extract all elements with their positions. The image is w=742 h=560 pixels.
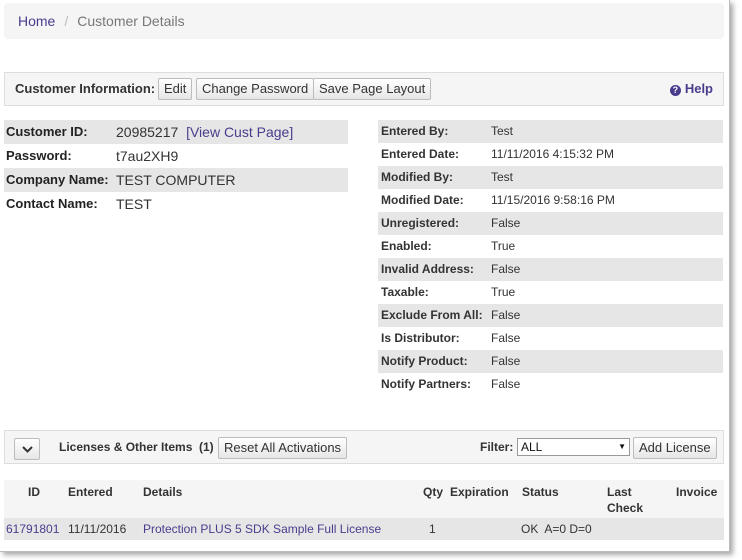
detail-value: False [491, 216, 521, 230]
customer-info-table: Customer ID: 20985217 [View Cust Page] P… [4, 120, 348, 216]
detail-value: False [491, 331, 521, 345]
detail-row: Enabled: True [378, 235, 723, 258]
column-header-details: Details [143, 485, 183, 499]
license-status: OK A=0 D=0 [521, 522, 592, 536]
customer-id-value: 20985217 [116, 124, 179, 140]
license-qty: 1 [429, 522, 436, 536]
detail-row: Notify Partners: False [378, 373, 723, 396]
license-details-link[interactable]: Protection PLUS 5 SDK Sample Full Licens… [143, 522, 381, 536]
column-header-last-check: Last Check [607, 484, 643, 516]
toolbar-label: Customer Information: [15, 81, 156, 96]
column-header-entered: Entered [68, 485, 113, 499]
detail-row: Entered Date: 11/11/2016 4:15:32 PM [378, 143, 723, 166]
breadcrumb-separator: / [64, 13, 69, 29]
filter-selected-value: ALL [521, 440, 543, 454]
detail-label: Taxable: [381, 285, 429, 299]
detail-value: False [491, 308, 521, 322]
chevron-down-icon [22, 446, 33, 453]
help-label: Help [684, 81, 713, 96]
column-header-expiration: Expiration [450, 485, 509, 499]
detail-row: Notify Product: False [378, 350, 723, 373]
last-check-line-1: Last [607, 485, 632, 499]
detail-row: Invalid Address: False [378, 258, 723, 281]
field-value: TEST COMPUTER [116, 172, 236, 188]
column-header-invoice: Invoice [676, 485, 718, 499]
filter-label: Filter: [480, 440, 514, 454]
filter-select[interactable]: ALL ▼ [517, 438, 630, 456]
field-label: Contact Name: [6, 196, 98, 211]
save-page-layout-button[interactable]: Save Page Layout [313, 78, 432, 100]
view-cust-page-link[interactable]: [View Cust Page] [186, 124, 293, 140]
customer-details-table: Entered By: Test Entered Date: 11/11/2016 … [378, 120, 723, 396]
column-header-status: Status [522, 485, 559, 499]
detail-label: Enabled: [381, 239, 432, 253]
license-id-link[interactable]: 61791801 [6, 522, 59, 536]
contact-name-row: Contact Name: TEST [4, 192, 348, 216]
detail-row: Taxable: True [378, 281, 723, 304]
column-header-id: ID [28, 485, 40, 499]
field-value: TEST [116, 196, 152, 212]
detail-label: Notify Product: [381, 354, 468, 368]
detail-label: Unregistered: [381, 216, 460, 230]
detail-value: Test [491, 170, 514, 184]
detail-row: Modified Date: 11/15/2016 9:58:16 PM [378, 189, 723, 212]
detail-value: False [491, 354, 521, 368]
customer-details-window: Home / Customer Details Customer Informati… [0, 0, 730, 552]
detail-label: Modified Date: [381, 193, 464, 207]
detail-value: False [491, 262, 521, 276]
help-link[interactable]: ? Help [669, 81, 713, 96]
detail-value: True [491, 285, 516, 299]
detail-value: Test [491, 124, 514, 138]
change-password-button[interactable]: Change Password [196, 78, 315, 100]
detail-label: Invalid Address: [381, 262, 474, 276]
table-row: 61791801 11/11/2016 Protection PLUS 5 SD… [4, 518, 724, 540]
edit-button[interactable]: Edit [158, 78, 193, 100]
table-header: ID Entered Details Qty Expiration Status… [4, 480, 724, 518]
password-row: Password: t7au2XH9 [4, 144, 348, 168]
license-entered: 11/11/2016 [68, 522, 127, 536]
detail-label: Is Distributor: [381, 331, 460, 345]
field-label: Password: [6, 148, 72, 163]
add-license-button[interactable]: Add License [633, 437, 717, 459]
breadcrumb-home-link[interactable]: Home [18, 13, 55, 29]
field-value: t7au2XH9 [116, 148, 179, 164]
licenses-count: (1) [199, 440, 214, 454]
dropdown-arrow-icon: ▼ [618, 442, 626, 451]
detail-label: Modified By: [381, 170, 453, 184]
detail-row: Entered By: Test [378, 120, 723, 143]
field-label: Company Name: [6, 172, 109, 187]
detail-label: Entered Date: [381, 147, 460, 161]
reset-all-activations-button[interactable]: Reset All Activations [218, 437, 348, 459]
detail-value: 11/11/2016 4:15:32 PM [491, 147, 614, 161]
question-circle-icon: ? [669, 85, 681, 96]
licenses-table: ID Entered Details Qty Expiration Status… [4, 480, 724, 540]
breadcrumb-current: Customer Details [77, 13, 185, 29]
detail-row: Exclude From All: False [378, 304, 723, 327]
detail-label: Exclude From All: [381, 308, 483, 322]
detail-value: True [491, 239, 516, 253]
field-label: Customer ID: [6, 124, 88, 139]
detail-value: False [491, 377, 521, 391]
breadcrumb: Home / Customer Details [4, 3, 724, 39]
collapse-licenses-button[interactable] [14, 438, 40, 460]
last-check-line-2: Check [607, 501, 644, 515]
column-header-qty: Qty [423, 485, 444, 499]
detail-row: Unregistered: False [378, 212, 723, 235]
customer-id-row: Customer ID: 20985217 [View Cust Page] [4, 120, 348, 144]
detail-value: 11/15/2016 9:58:16 PM [491, 193, 615, 207]
company-name-row: Company Name: TEST COMPUTER [4, 168, 348, 192]
customer-info-toolbar: Customer Information: Edit Change Passwo… [4, 72, 724, 106]
detail-label: Notify Partners: [381, 377, 472, 391]
licenses-toolbar: Licenses & Other Items (1) Reset All Act… [4, 430, 724, 464]
detail-label: Entered By: [381, 124, 449, 138]
licenses-title: Licenses & Other Items [59, 440, 193, 454]
detail-row: Modified By: Test [378, 166, 723, 189]
detail-row: Is Distributor: False [378, 327, 723, 350]
